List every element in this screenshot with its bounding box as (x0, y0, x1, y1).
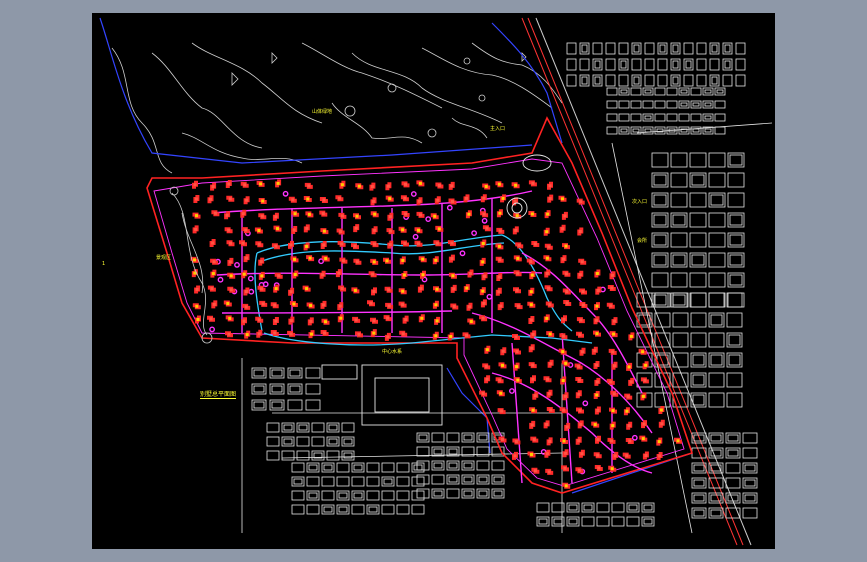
school-block (321, 364, 443, 426)
label-hill: 山体绿地 (312, 109, 333, 115)
site-plan-drawing (99, 17, 773, 546)
label-far-west: 1 (102, 261, 106, 267)
label-north-gate: 主入口 (490, 126, 506, 132)
label-west-park: 景观区 (156, 255, 172, 261)
railway (521, 17, 752, 546)
label-east-gate: 次入口 (632, 199, 648, 205)
hill-contours (111, 42, 563, 174)
surrounding-blocks (241, 42, 773, 534)
club-center (506, 154, 552, 219)
plan-title: 别墅总平面图 (200, 391, 237, 399)
label-center-club: 会所 (637, 238, 648, 244)
cad-canvas[interactable]: 山体绿地 主入口 次入口 景观区 中心水系 会所 1 别墅总平面图 (92, 13, 775, 549)
label-south-center: 中心水系 (382, 349, 403, 355)
